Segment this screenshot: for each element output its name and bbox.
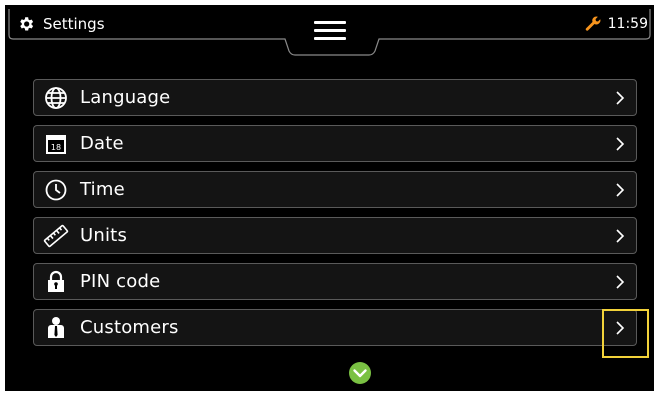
- settings-item-pin-code[interactable]: PIN code: [33, 263, 637, 300]
- settings-item-label: Customers: [80, 317, 179, 338]
- hamburger-menu-icon[interactable]: [314, 21, 346, 43]
- header-title-group: Settings: [17, 13, 105, 35]
- scroll-down-icon[interactable]: [348, 361, 372, 385]
- settings-item-date[interactable]: 18 Date: [33, 125, 637, 162]
- settings-item-language[interactable]: Language: [33, 79, 637, 116]
- settings-item-units[interactable]: Units: [33, 217, 637, 254]
- settings-item-time[interactable]: Time: [33, 171, 637, 208]
- page-title: Settings: [43, 15, 105, 33]
- settings-item-label: PIN code: [80, 271, 161, 292]
- highlight-box: [602, 309, 649, 358]
- settings-item-label: Units: [80, 225, 128, 246]
- chevron-right-icon: [616, 91, 625, 105]
- chevron-right-icon: [616, 229, 625, 243]
- status-area: 11:59: [584, 14, 648, 34]
- clock-time: 11:59: [607, 16, 648, 32]
- ruler-icon: [43, 223, 69, 249]
- calendar-icon: 18: [43, 131, 69, 157]
- header-bar: Settings 11:59: [5, 5, 654, 56]
- settings-list: Language 18 Date Time Units PIN code Cus…: [33, 79, 637, 355]
- settings-item-label: Date: [80, 133, 124, 154]
- chevron-right-icon: [616, 183, 625, 197]
- globe-icon: [43, 85, 69, 111]
- settings-item-label: Language: [80, 87, 171, 108]
- chevron-right-icon: [616, 275, 625, 289]
- clock-icon: [43, 177, 69, 203]
- settings-item-label: Time: [80, 179, 125, 200]
- gear-icon: [20, 17, 34, 31]
- wrench-icon[interactable]: [584, 15, 602, 33]
- calendar-day: 18: [51, 143, 61, 152]
- settings-item-customers[interactable]: Customers: [33, 309, 637, 346]
- lock-icon: [43, 269, 69, 295]
- settings-screen: Settings 11:59 Language 18 Date Time Uni…: [5, 5, 654, 391]
- person-icon: [43, 315, 69, 341]
- chevron-right-icon: [616, 137, 625, 151]
